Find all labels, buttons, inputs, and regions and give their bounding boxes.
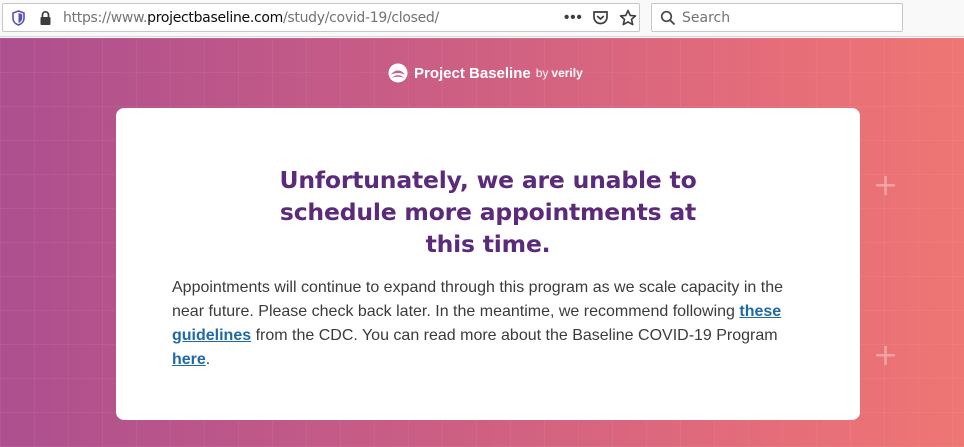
lock-icon[interactable] [39, 10, 52, 26]
browser-toolbar: https://www.projectbaseline.com/study/co… [0, 0, 964, 37]
page-viewport: + + Project Baseline by verily Unfortuna… [0, 38, 964, 447]
search-placeholder: Search [682, 10, 731, 26]
brand-by: by [535, 66, 549, 80]
body-text-2: from the CDC. You can read more about th… [251, 327, 778, 344]
body-text-1: Appointments will continue to expand thr… [172, 279, 784, 320]
body-text-3: . [205, 351, 211, 368]
brand-parent: verily [551, 66, 583, 80]
url-prefix: https://www. [63, 10, 148, 26]
message-card: Unfortunately, we are unable to schedule… [116, 108, 860, 420]
project-baseline-logo-icon [388, 63, 408, 83]
address-bar[interactable]: https://www.projectbaseline.com/study/co… [2, 3, 640, 32]
plus-decoration-icon: + [873, 168, 899, 203]
url-path: /study/covid-19/closed/ [283, 10, 439, 26]
bookmark-star-icon[interactable] [619, 9, 637, 27]
search-bar[interactable]: Search [651, 3, 903, 32]
tracking-protection-shield-icon[interactable] [11, 10, 26, 26]
search-icon [660, 10, 676, 26]
url-text[interactable]: https://www.projectbaseline.com/study/co… [63, 10, 439, 26]
brand-logo[interactable]: Project Baseline by verily [388, 62, 583, 84]
page-title: Unfortunately, we are unable to schedule… [279, 166, 697, 258]
page-actions-menu-icon[interactable]: ••• [564, 9, 583, 26]
pocket-icon[interactable] [592, 10, 609, 26]
plus-decoration-icon: + [873, 338, 899, 373]
baseline-program-link[interactable]: here [172, 351, 206, 368]
brand-name: Project Baseline [414, 64, 531, 82]
url-host: projectbaseline.com [147, 10, 283, 26]
message-body: Appointments will continue to expand thr… [172, 276, 812, 372]
